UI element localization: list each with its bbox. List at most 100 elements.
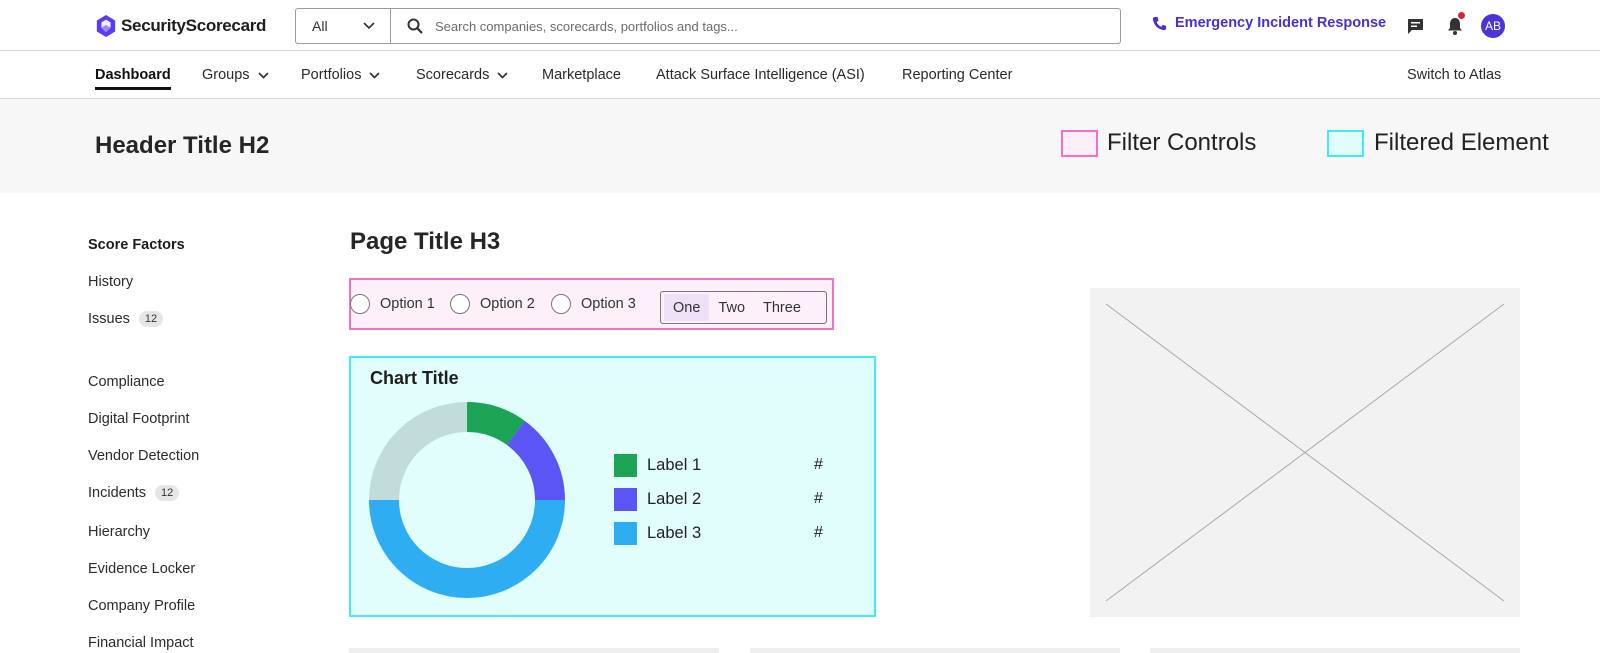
- legend-filter-controls: Filter Controls: [1107, 129, 1257, 156]
- nav-scorecards[interactable]: Scorecards: [416, 51, 508, 99]
- radio-label: Option 2: [480, 296, 535, 312]
- switch-label: Switch to Atlas: [1407, 67, 1502, 83]
- nav-label: Reporting Center: [902, 67, 1013, 83]
- radio-label: Option 1: [380, 296, 435, 312]
- sidebar-item-label: Digital Footprint: [88, 411, 190, 427]
- sidebar-item-issues[interactable]: Issues 12: [88, 311, 164, 327]
- donut-slice-3: [369, 499, 565, 598]
- messages-button[interactable]: [1404, 15, 1426, 37]
- placeholder-cross-icon: [1105, 303, 1505, 602]
- search-bar: All: [295, 8, 1121, 44]
- image-placeholder: [1090, 288, 1520, 617]
- sidebar-item-label: Evidence Locker: [88, 561, 196, 577]
- radio-option-3[interactable]: Option 3: [551, 294, 636, 314]
- sidebar-item-hierarchy[interactable]: Hierarchy: [88, 524, 150, 540]
- legend-value: #: [814, 456, 823, 473]
- radio-circle: [450, 294, 470, 314]
- bottom-card: [750, 648, 1120, 653]
- radio-circle: [350, 294, 370, 314]
- page-title: Page Title H3: [350, 228, 501, 255]
- chevron-down-icon: [257, 71, 269, 79]
- chevron-down-icon: [497, 71, 508, 79]
- legend-swatch-filtered-element: [1327, 130, 1364, 157]
- user-avatar[interactable]: AB: [1481, 14, 1505, 38]
- sidebar-item-financial-impact[interactable]: Financial Impact: [88, 635, 194, 651]
- sidebar-item-label: History: [88, 274, 134, 290]
- bell-icon: [1448, 18, 1462, 35]
- legend-swatch: [614, 488, 637, 511]
- emergency-incident-link[interactable]: Emergency Incident Response: [1152, 15, 1386, 31]
- brand-name: SecurityScorecard: [121, 16, 267, 35]
- nav-label: Dashboard: [95, 67, 171, 83]
- sidebar-item-label: Issues: [88, 311, 130, 327]
- nav-label: Marketplace: [542, 67, 621, 83]
- sidebar-item-history[interactable]: History: [88, 274, 133, 290]
- search-scope-value: All: [312, 18, 328, 34]
- legend-swatch-filter-controls: [1061, 130, 1098, 157]
- radio-label: Option 3: [581, 296, 636, 312]
- legend-label: Label 3: [647, 524, 702, 542]
- sidebar-item-evidence-locker[interactable]: Evidence Locker: [88, 561, 195, 577]
- chevron-down-icon: [369, 71, 381, 79]
- sidebar-item-vendor-detection[interactable]: Vendor Detection: [88, 448, 199, 464]
- message-icon: [1407, 18, 1423, 34]
- sidebar-item-label: Financial Impact: [88, 635, 194, 651]
- sidebar-item-label: Vendor Detection: [88, 448, 200, 464]
- switch-to-atlas-link[interactable]: Switch to Atlas: [1407, 51, 1501, 99]
- notifications-button[interactable]: [1444, 12, 1466, 37]
- header-title: Header Title H2: [95, 132, 270, 159]
- donut-chart: [369, 402, 565, 598]
- count-badge: 12: [138, 311, 164, 327]
- filtered-element: Chart Title Label 1 # Label 2 # Label 3 …: [349, 356, 876, 617]
- segment-one[interactable]: One: [664, 294, 710, 321]
- nav-label: Groups: [202, 67, 250, 83]
- search-icon: [407, 18, 423, 34]
- legend-value: #: [814, 490, 823, 507]
- filter-controls: Option 1 Option 2 Option 3 One Two Three: [349, 278, 834, 330]
- brand-logo[interactable]: SecurityScorecard: [95, 13, 266, 39]
- nav-portfolios[interactable]: Portfolios: [301, 51, 381, 99]
- nav-label: Portfolios: [301, 67, 362, 83]
- sidebar-item-label: Compliance: [88, 374, 165, 390]
- chart-title: Chart Title: [370, 368, 459, 388]
- donut-slice-2: [506, 420, 565, 501]
- search-input[interactable]: [435, 18, 1035, 34]
- nav-label: Scorecards: [416, 67, 490, 83]
- bottom-card: [349, 648, 719, 653]
- nav-label: Attack Surface Intelligence (ASI): [656, 67, 865, 83]
- sidebar-item-label: Hierarchy: [88, 524, 151, 540]
- donut-slice-remainder: [369, 402, 468, 501]
- radio-option-1[interactable]: Option 1: [350, 294, 435, 314]
- chevron-down-icon: [363, 22, 375, 30]
- legend-label: Label 2: [647, 490, 702, 508]
- search-scope-select[interactable]: All: [296, 9, 391, 43]
- radio-option-2[interactable]: Option 2: [450, 294, 535, 314]
- segment-two[interactable]: Two: [709, 294, 754, 321]
- sidebar-item-label: Company Profile: [88, 598, 196, 614]
- nav-dashboard[interactable]: Dashboard: [95, 51, 171, 99]
- legend-filtered-element: Filtered Element: [1374, 129, 1549, 156]
- legend-item-label-1: Label 1: [614, 454, 701, 477]
- sidebar-item-digital-footprint[interactable]: Digital Footprint: [88, 411, 190, 427]
- sidebar-item-compliance[interactable]: Compliance: [88, 374, 165, 390]
- header-band: Header Title H2 Filter Controls Filtered…: [0, 99, 1600, 193]
- logo-hexagon-icon: [96, 15, 116, 37]
- legend-item-label-3: Label 3: [614, 522, 701, 545]
- legend-label: Label 1: [647, 456, 702, 474]
- sidebar-item-score-factors[interactable]: Score Factors: [88, 237, 185, 253]
- sidebar-item-company-profile[interactable]: Company Profile: [88, 598, 195, 614]
- sidebar-item-label: Incidents: [88, 485, 147, 501]
- nav-groups[interactable]: Groups: [202, 51, 269, 99]
- legend-swatch: [614, 522, 637, 545]
- sidebar-item-incidents[interactable]: Incidents 12: [88, 485, 180, 501]
- nav-marketplace[interactable]: Marketplace: [542, 51, 621, 99]
- notification-dot: [1458, 12, 1465, 19]
- segmented-control: One Two Three: [660, 291, 827, 324]
- count-badge: 12: [155, 485, 180, 501]
- donut-slice-1: [466, 402, 525, 446]
- nav-reporting-center[interactable]: Reporting Center: [902, 51, 1012, 99]
- phone-icon: [1152, 16, 1167, 30]
- segment-three[interactable]: Three: [754, 294, 810, 321]
- emergency-label: Emergency Incident Response: [1175, 15, 1387, 31]
- nav-asi[interactable]: Attack Surface Intelligence (ASI): [656, 51, 865, 99]
